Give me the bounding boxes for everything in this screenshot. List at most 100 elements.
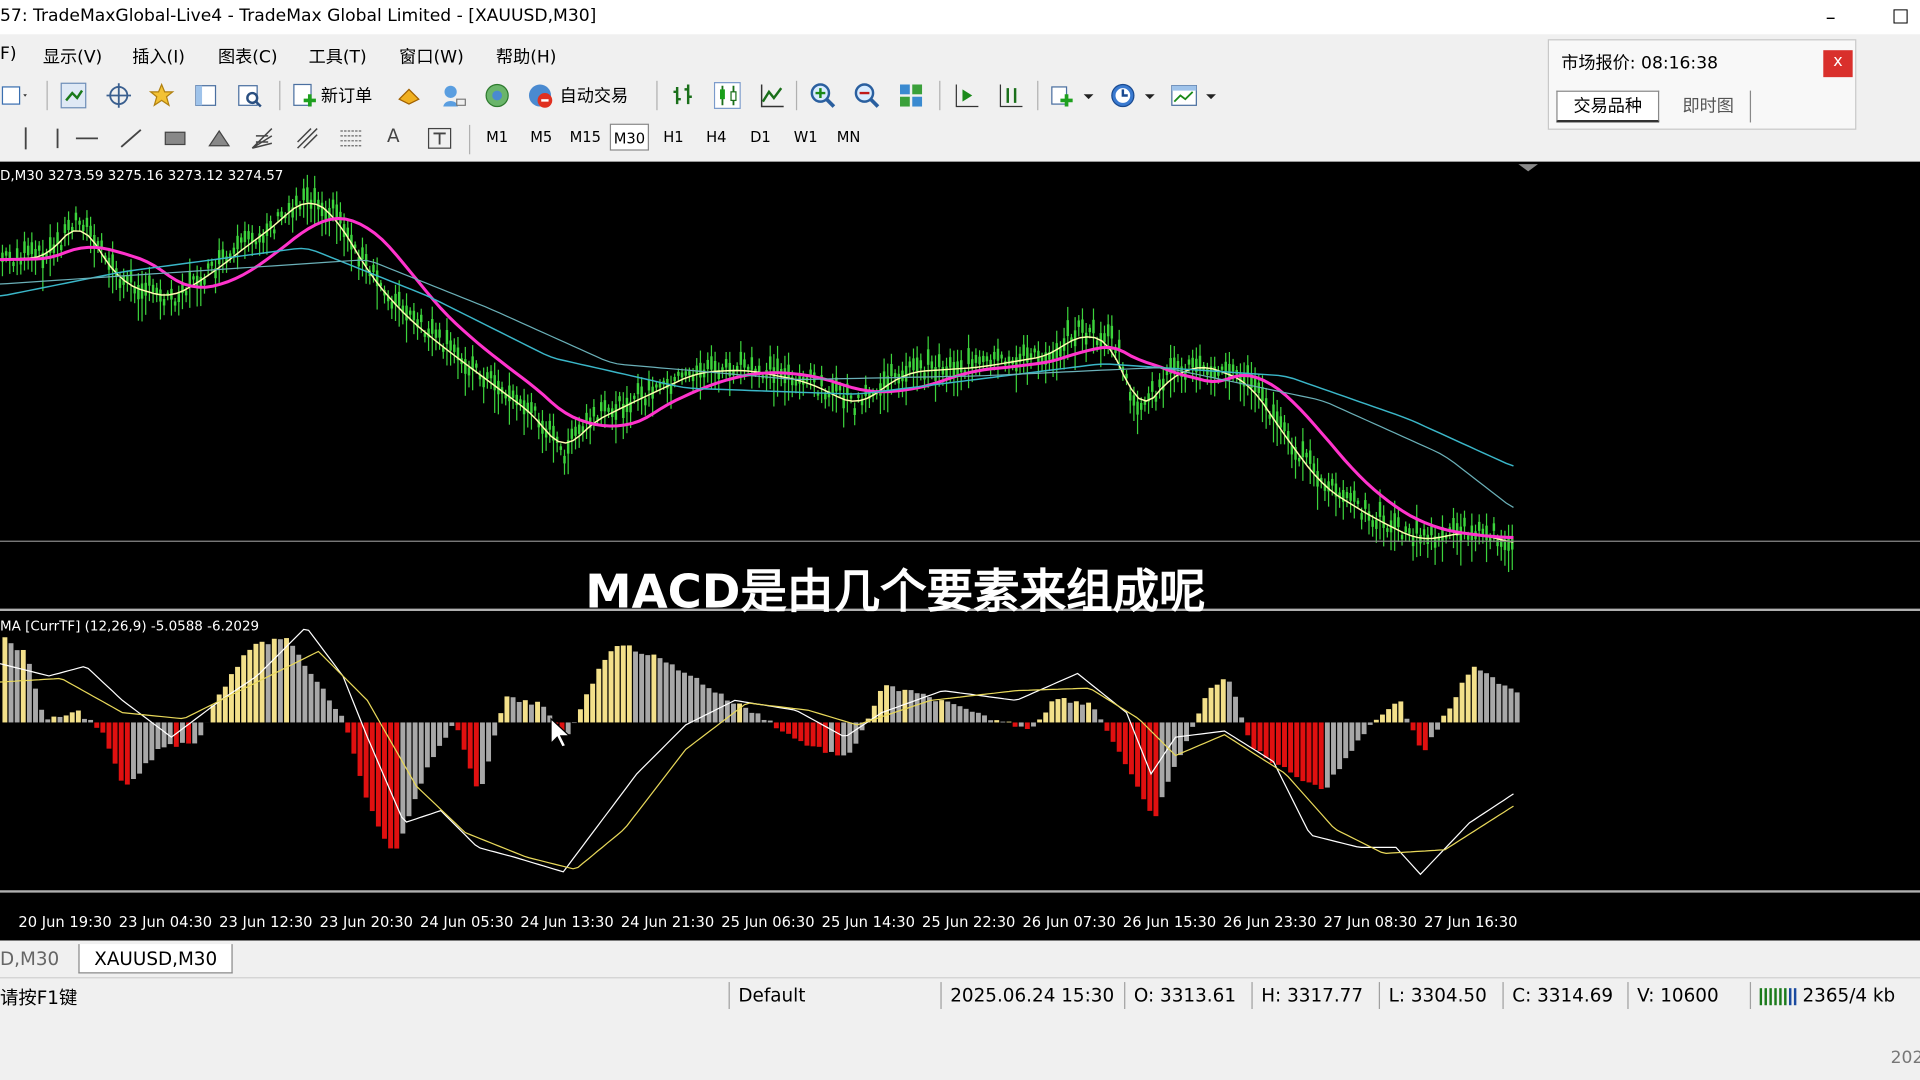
candle-body [118, 279, 122, 288]
auto-trading-icon[interactable] [527, 82, 554, 109]
line-chart-icon[interactable] [758, 82, 785, 109]
menu-view[interactable]: 显示(V) [43, 44, 102, 68]
macd-histogram-bar [1386, 709, 1392, 723]
indicators-icon[interactable] [1049, 82, 1076, 109]
horizontal-line-icon[interactable] [73, 125, 100, 152]
chart-shift-icon[interactable] [997, 82, 1024, 109]
candle-body [155, 287, 158, 294]
macd-histogram-bar [755, 713, 761, 723]
menu-help[interactable]: 帮助(H) [496, 44, 557, 68]
candle-body [941, 367, 945, 375]
fibonacci-fan-icon[interactable] [249, 125, 276, 152]
chevron-down-icon[interactable] [1205, 92, 1217, 102]
bar-chart-icon[interactable] [670, 82, 697, 109]
templates-icon[interactable] [1171, 82, 1198, 109]
status-profile[interactable]: Default [738, 984, 805, 1006]
auto-trading-button[interactable]: 自动交易 [560, 83, 629, 107]
timeframe-h4[interactable]: H4 [697, 124, 736, 151]
minimize-button[interactable]: – [1812, 2, 1849, 31]
menu-insert[interactable]: 插入(I) [132, 44, 185, 68]
timeframe-m15[interactable]: M15 [564, 124, 606, 151]
zoom-out-icon[interactable] [853, 82, 880, 109]
menu-window[interactable]: 窗口(W) [399, 44, 464, 68]
timeframe-w1[interactable]: W1 [786, 124, 825, 151]
timeframe-h1[interactable]: H1 [654, 124, 693, 151]
chevron-down-icon[interactable] [1082, 92, 1094, 102]
candle-body [276, 212, 280, 217]
maximize-button[interactable]: ☐ [1882, 2, 1919, 31]
text-tool-button[interactable]: A [387, 125, 400, 147]
tile-windows-icon[interactable] [898, 82, 925, 109]
triangle-icon[interactable] [206, 125, 233, 152]
market-watch-panel: 市场报价: 08:16:38 x 交易品种 即时图 [1547, 39, 1857, 130]
candle-body [1331, 478, 1334, 486]
new-order-button[interactable]: 新订单 [321, 83, 372, 107]
candle-body [96, 241, 100, 246]
chart-tabs: D,M30 XAUUSD,M30 [0, 942, 1920, 975]
chart-canvas[interactable] [0, 162, 1920, 941]
chart-window[interactable]: D,M30 3273.59 3275.16 3273.12 3274.57 MA… [0, 161, 1920, 941]
tab-chart-1[interactable]: D,M30 [0, 944, 71, 973]
menu-charts[interactable]: 图表(C) [218, 44, 278, 68]
macd-histogram-bar [767, 720, 773, 723]
zoom-in-icon[interactable] [809, 82, 836, 109]
macd-histogram-bar [467, 722, 473, 769]
close-button[interactable]: x [1823, 50, 1853, 78]
vertical-line-icon[interactable] [44, 125, 71, 152]
time-axis: 20 Jun 19:30 23 Jun 04:30 23 Jun 12:30 2… [0, 903, 1920, 941]
rectangle-icon[interactable] [162, 125, 189, 152]
periods-clock-icon[interactable] [1109, 82, 1136, 109]
timeframe-m5[interactable]: M5 [522, 124, 561, 151]
candle-body [519, 399, 522, 404]
timeframe-d1[interactable]: D1 [741, 124, 780, 151]
macd-histogram-bar [351, 722, 357, 754]
candle-body [1356, 500, 1360, 504]
navigator-icon[interactable] [192, 82, 219, 109]
trendline-icon[interactable] [118, 125, 145, 152]
autoscroll-icon[interactable] [953, 82, 980, 109]
candle-body [945, 366, 948, 377]
chevron-down-icon[interactable] [1144, 92, 1156, 102]
candle-body [1106, 324, 1110, 337]
macd-histogram-bar [1355, 722, 1361, 741]
macd-histogram-bar [1037, 719, 1043, 723]
timeframe-mn[interactable]: MN [829, 124, 868, 151]
candle-body [247, 231, 250, 240]
macd-histogram-bar [749, 712, 755, 723]
text-label-icon[interactable] [426, 125, 453, 152]
tab-chart-xauusd[interactable]: XAUUSD,M30 [78, 944, 234, 974]
gold-icon[interactable] [396, 82, 423, 109]
menu-file[interactable]: F) [0, 44, 17, 64]
new-order-icon[interactable] [291, 82, 318, 109]
candle-body [493, 375, 496, 391]
menu-tools[interactable]: 工具(T) [309, 44, 367, 68]
fibonacci-channel-icon[interactable] [294, 125, 321, 152]
tester-icon[interactable] [236, 82, 263, 109]
candlestick-icon[interactable] [713, 82, 741, 109]
macd-histogram-bar [1214, 684, 1220, 723]
favorites-icon[interactable] [148, 82, 175, 109]
market-watch-icon[interactable] [60, 82, 87, 109]
connection-bars-icon[interactable] [1759, 986, 1799, 1006]
chart-shift-marker[interactable] [1518, 164, 1538, 172]
macd-histogram-bar [326, 700, 332, 723]
signals-icon[interactable] [440, 82, 467, 109]
candle-body [1059, 348, 1062, 357]
macd-histogram-bar [773, 722, 779, 729]
new-chart-icon[interactable] [0, 82, 27, 109]
crosshair-icon[interactable] [105, 82, 132, 109]
macd-histogram-bar [516, 701, 522, 723]
candle-body [768, 356, 772, 370]
fibonacci-levels-icon[interactable] [338, 125, 365, 152]
market-icon[interactable] [484, 82, 511, 109]
tab-tick-chart[interactable]: 即时图 [1667, 90, 1752, 123]
macd-histogram-bar [394, 722, 400, 849]
tab-symbols[interactable]: 交易品种 [1556, 90, 1660, 123]
macd-histogram-bar [504, 696, 510, 723]
timeframe-m30[interactable]: M30 [609, 123, 649, 151]
timeframe-m1[interactable]: M1 [478, 124, 517, 151]
candle-body [397, 291, 401, 306]
candle-body [390, 301, 394, 309]
vertical-line-icon[interactable] [12, 125, 39, 152]
candle-body [232, 247, 236, 254]
